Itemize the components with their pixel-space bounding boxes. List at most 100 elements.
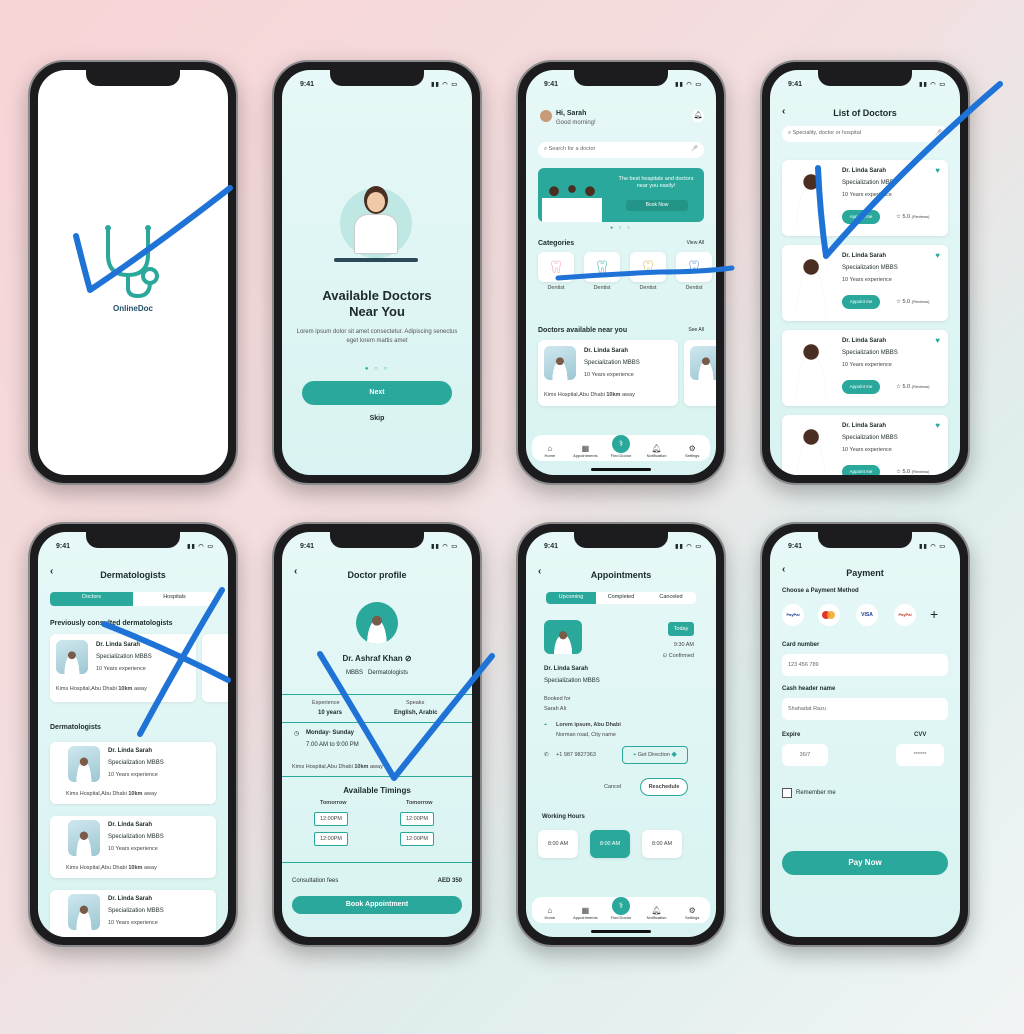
appoint-me-button[interactable]: Appoint me [842, 210, 880, 224]
hour-slot[interactable]: 8:00 AM [538, 830, 578, 858]
time-slot[interactable]: 12:00PM [400, 832, 434, 846]
appointment-time: 9:30 AM [673, 642, 694, 648]
search-input[interactable]: ⌕ Search for a doctor 🎤︎ [538, 142, 704, 158]
home-indicator [591, 468, 651, 471]
card-number-input[interactable]: 123 456 789 [782, 654, 948, 676]
doctor-name: Dr. Linda Sarah [544, 666, 589, 672]
doctor-location: Kims Hospital,Abu Dhabi 10km away [544, 392, 635, 398]
hour-slot[interactable]: 8:00 AM [642, 830, 682, 858]
promo-banner[interactable]: The best hospitals and doctors near you … [538, 168, 704, 222]
doctor-name: Dr. Linda Sarah [842, 168, 887, 174]
doctor-exp: 10 Years experience [108, 920, 158, 926]
direction-icon: ◆ [671, 752, 677, 758]
hour-slot-selected[interactable]: 8:00 AM [590, 830, 630, 858]
time-slot[interactable]: 12:00PM [314, 832, 348, 846]
time-slot[interactable]: 12:00PM [400, 812, 434, 826]
doctor-card[interactable]: Dr. Linda Sarah ♥ Specialization MBBS 10… [782, 415, 948, 475]
paypal-option[interactable]: PayPal [782, 604, 804, 626]
remember-checkbox[interactable] [782, 788, 792, 798]
appoint-me-button[interactable]: Appoint me [842, 380, 880, 394]
tab-settings[interactable]: ⚙ Settings [677, 444, 707, 458]
dermatologist-card[interactable]: Dr. Linda Sarah Specialization MBBS 10 Y… [50, 742, 216, 804]
tab-home[interactable]: ⌂ Home [535, 444, 565, 458]
nearby-doctor-card[interactable] [684, 340, 716, 406]
previous-doctor-card[interactable] [202, 634, 228, 702]
cancel-button[interactable]: Cancel [604, 784, 621, 790]
tab-canceled[interactable]: Canceled [646, 592, 696, 604]
tab-upcoming[interactable]: Upcoming [546, 592, 596, 604]
heart-icon[interactable]: ♥ [935, 166, 940, 175]
nearby-doctor-card[interactable]: Dr. Linda Sarah Specialization MBBS 10 Y… [538, 340, 678, 406]
onboarding-body: Lorem ipsum dolor sit amet consectetur. … [296, 329, 458, 344]
heart-icon[interactable]: ♥ [935, 421, 940, 430]
pay-now-button[interactable]: Pay Now [782, 851, 948, 875]
time-slot[interactable]: 12:00PM [314, 812, 348, 826]
tab-doctors[interactable]: Doctors [50, 592, 133, 606]
holder-name-label: Cash header name [782, 686, 836, 692]
previous-doctor-card[interactable]: Dr. Linda Sarah Specialization MBBS 10 Y… [50, 634, 196, 702]
doctor-exp: 10 Years experience [584, 372, 634, 378]
tab-hospitals[interactable]: Hospitals [133, 592, 216, 606]
heart-icon[interactable]: ♥ [935, 336, 940, 345]
paypal-label: PayPal [898, 612, 912, 617]
tab-appointments[interactable]: ▦ Appointments [570, 906, 600, 920]
working-days: Monday- Sunday [306, 730, 355, 736]
add-method-icon[interactable]: + [930, 606, 938, 622]
signal-wifi-battery-icon: ▮▮ ◠ ▭ [919, 543, 946, 550]
doctor-name: Dr. Linda Sarah [842, 423, 887, 429]
cvv-input[interactable]: ****** [896, 744, 944, 766]
category-dentist[interactable]: 🦷︎ Dentist [676, 252, 712, 291]
mastercard-option[interactable] [818, 604, 840, 626]
timings-heading: Available Timings [343, 786, 411, 795]
appoint-me-button[interactable]: Appoint me [842, 295, 880, 309]
notch [330, 70, 424, 86]
expire-input[interactable]: 36/7 [782, 744, 828, 766]
tab-find-doctor[interactable]: ⚕ Find Doctor [606, 435, 636, 458]
reschedule-button[interactable]: Reschedule [640, 778, 688, 796]
tab-notification[interactable]: 🔔︎ Notification [642, 906, 672, 920]
doctor-spec: Specialization MBBS [842, 435, 898, 441]
mic-icon[interactable]: 🎤︎ [691, 146, 698, 152]
section-heading: Dermatologists [50, 724, 101, 731]
tab-settings[interactable]: ⚙ Settings [677, 906, 707, 920]
tab-completed[interactable]: Completed [596, 592, 646, 604]
get-direction-button[interactable]: ⌖ Get Direction ◆ [622, 746, 688, 764]
heart-icon[interactable]: ♥ [935, 251, 940, 260]
doctor-card[interactable]: Dr. Linda Sarah ♥ Specialization MBBS 10… [782, 330, 948, 406]
doctor-avatar [356, 602, 398, 644]
banner-book-button[interactable]: Book Now [626, 200, 688, 211]
dermatologist-card[interactable]: Dr. Linda Sarah Specialization MBBS 10 Y… [50, 890, 216, 937]
bell-icon[interactable]: 🔔︎ [692, 110, 704, 122]
dermatologist-card[interactable]: Dr. Linda Sarah Specialization MBBS 10 Y… [50, 816, 216, 878]
holder-name-input[interactable]: Shahadat Razu [782, 698, 948, 720]
book-appointment-button[interactable]: Book Appointment [292, 896, 462, 914]
doctor-name: Dr. Linda Sarah [108, 748, 153, 754]
previous-heading: Previously consulted dermatologists [50, 620, 173, 627]
next-button[interactable]: Next [302, 381, 452, 405]
category-dentist[interactable]: 🦷︎ Dentist [584, 252, 620, 291]
tab-notification[interactable]: 🔔︎ Notification [642, 444, 672, 458]
skip-link[interactable]: Skip [282, 415, 472, 422]
tab-appointments[interactable]: ▦ Appointments [570, 444, 600, 458]
view-all-link[interactable]: View All [687, 240, 704, 246]
avatar [540, 110, 552, 122]
paypal-option[interactable]: PayPal [894, 604, 916, 626]
status-time: 9:41 [300, 80, 315, 88]
star-icon: ☆ [896, 384, 901, 390]
tab-find-doctor[interactable]: ⚕ Find Doctor [606, 897, 636, 920]
doctor-card[interactable]: Dr. Linda Sarah ♥ Specialization MBBS 10… [782, 245, 948, 321]
tab-home[interactable]: ⌂ Home [535, 906, 565, 920]
doctor-photo [56, 640, 88, 674]
category-dentist[interactable]: 🦷︎ Dentist [630, 252, 666, 291]
bell-icon: 🔔︎ [651, 444, 662, 453]
search-input[interactable]: ⌕ Speciality, doctor or hospital 🎤︎ [782, 126, 948, 142]
visa-option[interactable]: VISA [856, 604, 878, 626]
appoint-me-button[interactable]: Appoint me [842, 465, 880, 475]
signal-wifi-battery-icon: ▮▮ ◠ ▭ [675, 543, 702, 550]
see-all-link[interactable]: See All [688, 327, 704, 333]
category-dentist[interactable]: 🦷︎ Dentist [538, 252, 574, 291]
doctor-card[interactable]: Dr. Linda Sarah ♥ Specialization MBBS 10… [782, 160, 948, 236]
page-title: Payment [846, 568, 884, 578]
calendar-icon: ▦ [581, 906, 590, 915]
mic-icon[interactable]: 🎤︎ [935, 130, 942, 136]
